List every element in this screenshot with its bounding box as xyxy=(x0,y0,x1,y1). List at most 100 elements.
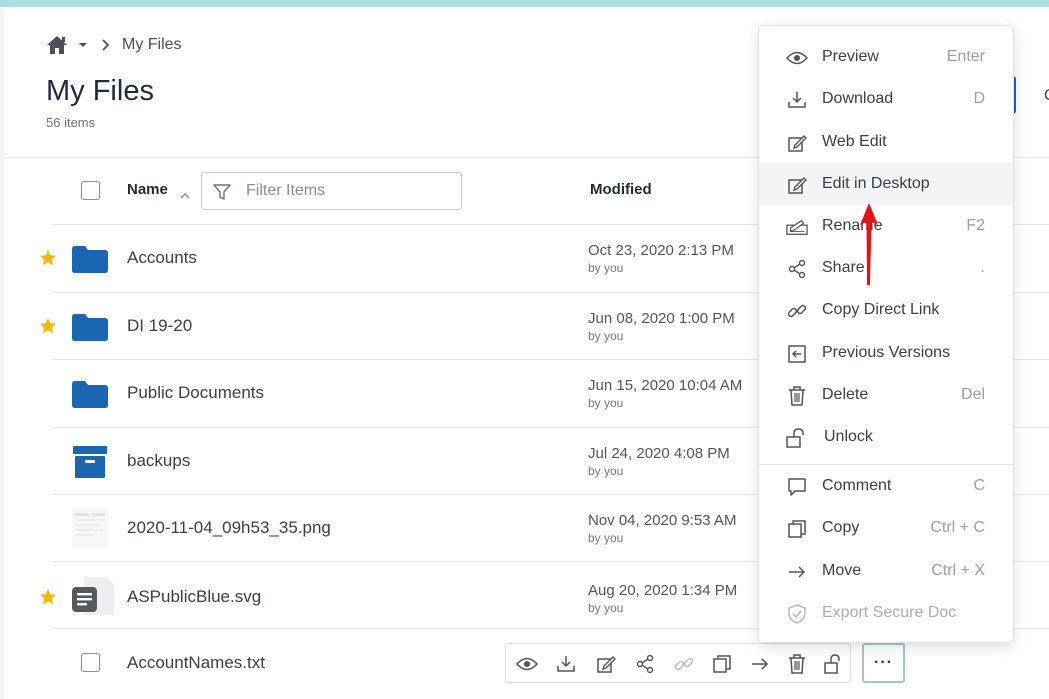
star-icon[interactable] xyxy=(39,317,57,340)
link-icon xyxy=(786,300,808,322)
menu-item-download[interactable]: Download D xyxy=(759,78,1013,120)
file-modified-date: Nov 04, 2020 9:53 AM xyxy=(588,512,737,529)
more-options-button[interactable]: ··· xyxy=(862,643,905,683)
file-name[interactable]: Accounts xyxy=(127,248,197,268)
shield-check-icon xyxy=(786,603,808,625)
menu-item-label: Unlock xyxy=(824,428,873,445)
menu-item-label: Preview xyxy=(822,48,879,65)
move-arrow-icon[interactable] xyxy=(749,653,771,675)
star-icon[interactable] xyxy=(39,249,57,272)
breadcrumb-separator-icon xyxy=(102,39,110,51)
more-dots-icon: ··· xyxy=(874,654,893,671)
menu-item-shortcut: C xyxy=(973,477,985,494)
row-checkbox[interactable] xyxy=(81,653,100,672)
menu-item-label: Move xyxy=(822,562,862,579)
menu-item-label: Previous Versions xyxy=(822,344,951,361)
rename-icon xyxy=(786,216,808,238)
menu-item-previous-versions[interactable]: Previous Versions xyxy=(759,332,1013,374)
items-count: 56 items xyxy=(46,115,96,130)
menu-item-copy-direct-link[interactable]: Copy Direct Link xyxy=(759,289,1013,331)
file-name[interactable]: AccountNames.txt xyxy=(127,653,265,673)
top-accent-bar xyxy=(0,0,1049,7)
link-icon[interactable] xyxy=(673,653,695,675)
menu-item-label: Edit in Desktop xyxy=(822,175,930,192)
menu-item-shortcut: Del xyxy=(960,386,985,403)
file-modified-by: by you xyxy=(588,329,624,343)
menu-item-delete[interactable]: Delete Del xyxy=(759,374,1013,416)
file-modified-date: Jun 08, 2020 1:00 PM xyxy=(588,310,735,327)
file-modified-date: Jul 24, 2020 4:08 PM xyxy=(588,445,730,462)
edit-icon[interactable] xyxy=(595,653,617,675)
star-icon[interactable] xyxy=(39,588,57,611)
menu-item-shortcut: Ctrl + C xyxy=(930,519,985,536)
menu-item-label: Delete xyxy=(822,386,869,403)
menu-item-label: Export Secure Doc xyxy=(822,604,957,621)
file-name[interactable]: ASPublicBlue.svg xyxy=(127,587,261,607)
menu-item-shortcut: F2 xyxy=(966,217,985,234)
menu-item-label: Copy xyxy=(822,519,860,536)
download-icon[interactable] xyxy=(555,653,577,675)
file-modified-by: by you xyxy=(588,396,624,410)
share-icon xyxy=(786,258,808,280)
trash-icon[interactable] xyxy=(786,653,808,675)
eye-icon[interactable] xyxy=(516,653,538,675)
menu-item-web-edit[interactable]: Web Edit xyxy=(759,121,1013,163)
row-action-bar xyxy=(505,643,851,683)
menu-item-label: Web Edit xyxy=(822,133,887,150)
menu-item-shortcut: . xyxy=(980,259,985,276)
menu-item-shortcut: Enter xyxy=(946,48,985,65)
menu-item-label: Comment xyxy=(822,477,892,494)
document-icon xyxy=(72,577,114,620)
chevron-down-icon[interactable] xyxy=(78,41,88,49)
sort-asc-icon[interactable] xyxy=(180,187,190,205)
menu-item-unlock[interactable]: Unlock xyxy=(759,416,1013,458)
menu-item-shortcut: Ctrl + X xyxy=(931,562,985,579)
file-modified-date: Aug 20, 2020 1:34 PM xyxy=(588,582,738,599)
copy-icon[interactable] xyxy=(711,653,733,675)
select-all-checkbox[interactable] xyxy=(81,181,100,200)
breadcrumb: My Files xyxy=(46,34,182,56)
share-icon[interactable] xyxy=(634,653,656,675)
menu-item-share[interactable]: Share . xyxy=(759,247,1013,289)
filter-box[interactable] xyxy=(201,172,462,210)
menu-item-edit-in-desktop[interactable]: Edit in Desktop xyxy=(759,163,1013,205)
menu-item-comment[interactable]: Comment C xyxy=(759,465,1013,507)
eye-icon xyxy=(786,47,808,69)
edit-icon xyxy=(786,174,808,196)
file-browser: My Files My Files 56 items C Name Modifi… xyxy=(4,7,1049,699)
menu-item-preview[interactable]: Preview Enter xyxy=(759,36,1013,78)
header-partial-text[interactable]: C xyxy=(1044,87,1049,105)
copy-icon xyxy=(786,518,808,540)
move-arrow-icon xyxy=(786,561,808,583)
menu-item-copy[interactable]: Copy Ctrl + C xyxy=(759,507,1013,549)
file-modified-by: by you xyxy=(588,464,624,478)
file-modified-date: Jun 15, 2020 10:04 AM xyxy=(588,377,743,394)
file-name[interactable]: DI 19-20 xyxy=(127,316,192,336)
file-name[interactable]: backups xyxy=(127,451,190,471)
unlock-icon[interactable] xyxy=(822,653,844,675)
page-title: My Files xyxy=(46,75,154,107)
column-header-name[interactable]: Name xyxy=(127,181,168,198)
folder-icon xyxy=(72,313,108,346)
breadcrumb-current: My Files xyxy=(122,36,182,53)
file-name[interactable]: 2020-11-04_09h53_35.png xyxy=(127,518,331,538)
image-thumbnail-icon xyxy=(72,509,108,552)
archive-box-icon xyxy=(72,445,108,484)
file-name[interactable]: Public Documents xyxy=(127,383,264,403)
home-icon[interactable] xyxy=(46,35,72,55)
menu-item-export-secure-doc: Export Secure Doc xyxy=(759,592,1013,634)
column-header-modified[interactable]: Modified xyxy=(590,181,652,198)
history-icon xyxy=(786,343,808,365)
file-modified-date: Oct 23, 2020 2:13 PM xyxy=(588,242,734,259)
edit-icon xyxy=(786,132,808,154)
filter-input[interactable] xyxy=(246,181,451,201)
file-modified-by: by you xyxy=(588,261,624,275)
annotation-arrow-icon xyxy=(859,203,879,290)
file-modified-by: by you xyxy=(588,601,624,615)
menu-item-rename[interactable]: Rename F2 xyxy=(759,205,1013,247)
trash-icon xyxy=(786,385,808,407)
menu-item-move[interactable]: Move Ctrl + X xyxy=(759,550,1013,592)
unlock-icon xyxy=(786,427,808,449)
folder-icon xyxy=(72,245,108,278)
file-modified-by: by you xyxy=(588,531,624,545)
